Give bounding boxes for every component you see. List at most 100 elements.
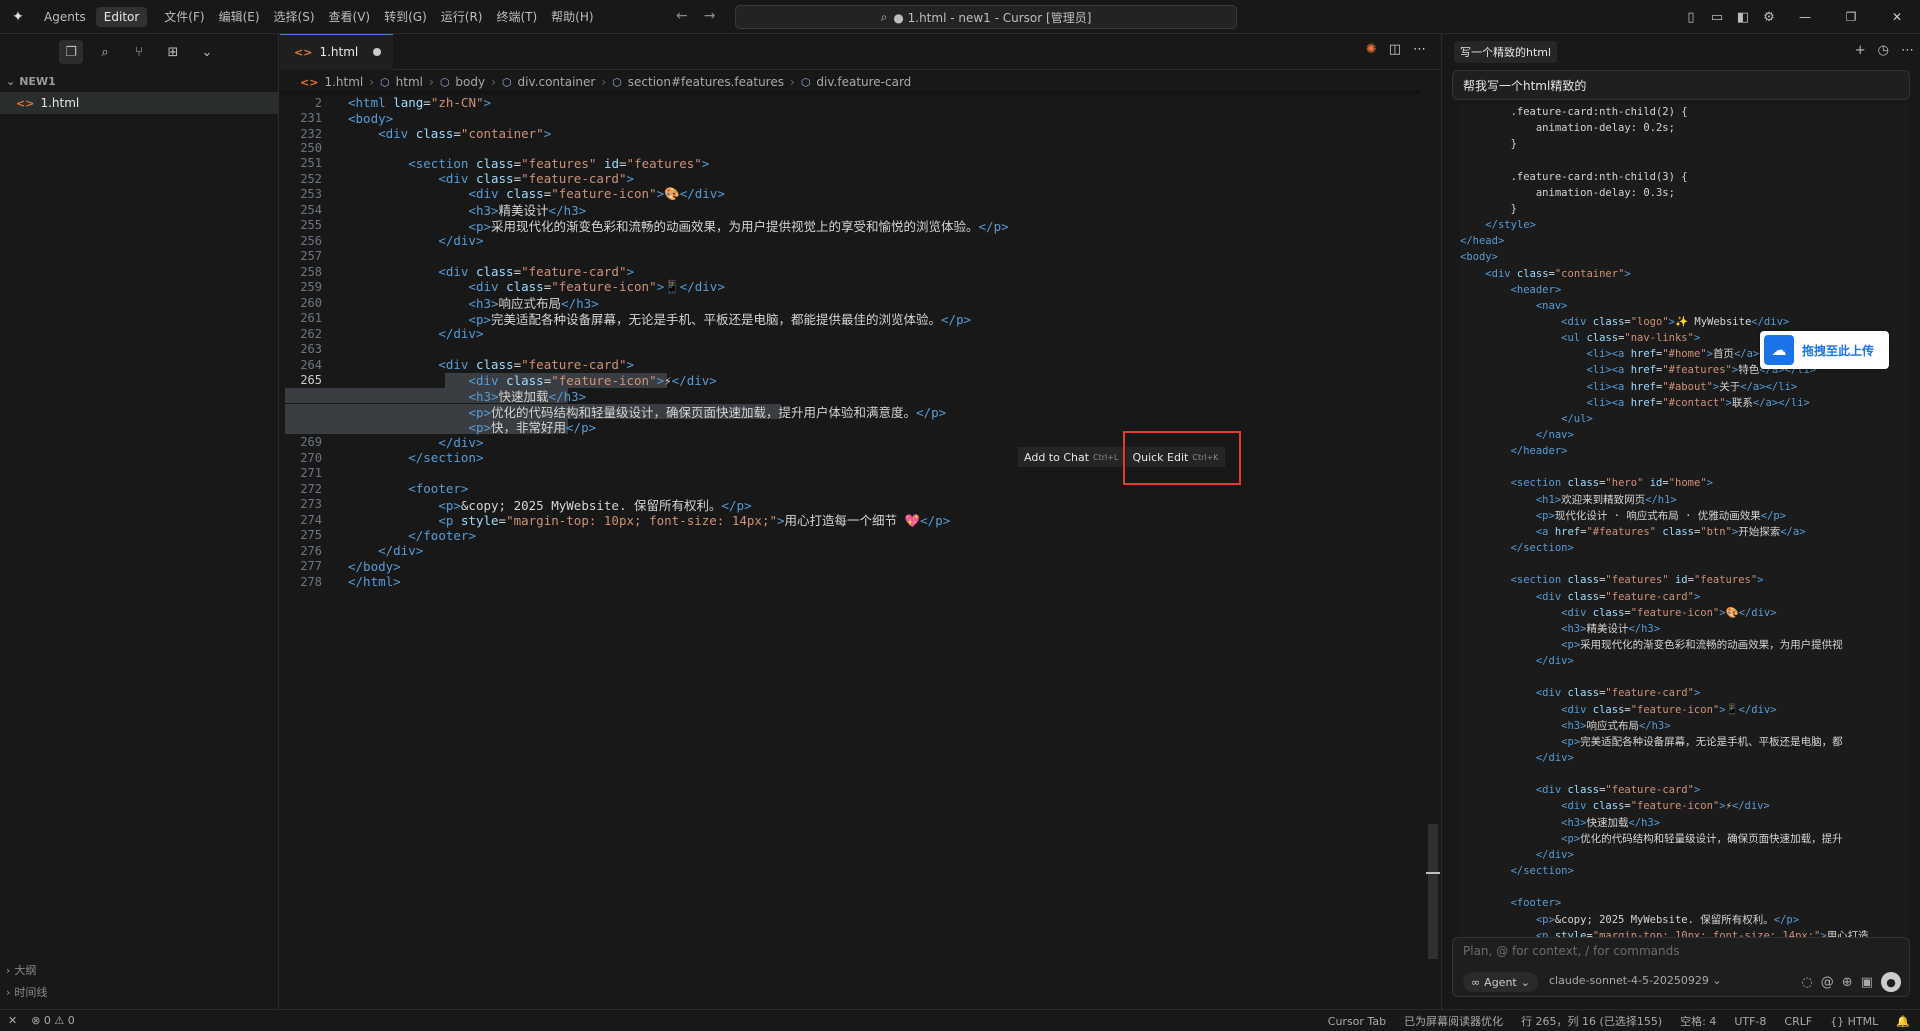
code-line[interactable]: 258 <div class="feature-card"> [280,264,1420,279]
code-line[interactable]: 278 </html> [280,574,1420,589]
back-arrow-icon[interactable]: ← [676,8,688,24]
more-actions-icon[interactable]: ⋯ [1413,42,1426,57]
code-text[interactable]: <html lang="zh-CN"> [348,95,491,110]
code-text[interactable]: </div> [348,233,483,248]
code-line[interactable]: 274 <p style="margin-top: 10px; font-siz… [280,510,1420,529]
microphone-icon[interactable]: ● [1881,972,1901,992]
drag-upload-widget[interactable]: ☁ 拖拽至此上传 [1760,331,1889,369]
add-to-chat-button[interactable]: Add to Chat Ctrl+L [1018,447,1125,467]
chevron-down-icon[interactable]: ⌄ [195,40,219,64]
file-item[interactable]: <> 1.html [0,92,278,114]
line-ending[interactable]: CRLF [1784,1015,1812,1028]
code-line[interactable]: 271 [280,466,1420,481]
source-control-icon[interactable]: ⑂ [127,40,151,64]
agents-tab[interactable]: Agents [36,7,94,27]
code-line[interactable]: 257 [280,249,1420,264]
encoding[interactable]: UTF-8 [1734,1015,1766,1028]
code-line[interactable]: 269 </div> [280,435,1420,450]
code-line[interactable]: 250 [280,140,1420,155]
forward-arrow-icon[interactable]: → [704,8,716,24]
code-text[interactable]: </div> [348,435,483,450]
agent-mode-dropdown[interactable]: ∞ Agent ⌄ [1463,972,1538,992]
toggle-sidebar-icon[interactable]: ▯ [1678,7,1704,27]
code-text[interactable]: </body> [348,559,401,574]
breadcrumb-item[interactable]: div.feature-card [816,75,911,89]
breadcrumb-item[interactable]: section#features.features [628,75,784,89]
code-text[interactable]: </section> [348,450,483,465]
restore-button[interactable]: ❐ [1828,0,1874,34]
code-line[interactable]: 2 <html lang="zh-CN"> [280,95,1420,110]
model-selector[interactable]: claude-sonnet-4-5-20250929 ⌄ [1549,974,1722,987]
code-editor[interactable]: 2 <html lang="zh-CN"> 231 <body> 232 <div cl… [280,94,1420,994]
command-center-search[interactable]: ⌕ ● 1.html - new1 - Cursor [管理员] [735,5,1237,29]
chat-input-box[interactable]: Plan, @ for context, / for commands ∞ Ag… [1452,937,1910,997]
user-message[interactable]: 帮我写一个html精致的 [1452,70,1910,100]
scrollbar-thumb[interactable] [1428,824,1438,959]
cursor-position[interactable]: 行 265，列 16 (已选择155) [1521,1013,1662,1029]
breadcrumb-item[interactable]: div.container [518,75,596,89]
editor-tab[interactable]: Editor [95,6,148,27]
code-line[interactable]: 264 <div class="feature-card"> [280,357,1420,372]
language-mode[interactable]: {} HTML [1830,1015,1878,1028]
timeline-section[interactable]: › 时间线 [0,981,278,1003]
code-line[interactable]: 251 <section class="features" id="featur… [280,156,1420,171]
more-actions-icon[interactable]: ⋯ [1901,43,1914,58]
settings-gear-icon[interactable]: ⚙ [1756,7,1782,27]
code-text[interactable]: <p style="margin-top: 10px; font-size: 1… [348,510,950,529]
menu-go[interactable]: 转到(G) [377,5,434,28]
code-text[interactable]: <div class="feature-card"> [348,357,634,372]
mention-icon[interactable]: @ [1821,975,1834,990]
toggle-panel-icon[interactable]: ▭ [1704,7,1730,27]
outline-section[interactable]: › 大纲 [0,959,278,981]
search-view-icon[interactable]: ⌕ [93,40,117,64]
notifications-bell-icon[interactable]: 🔔 [1896,1015,1910,1028]
code-line[interactable]: 252 <div class="feature-card"> [280,171,1420,186]
cursor-tab-status[interactable]: Cursor Tab [1328,1015,1386,1028]
code-text[interactable]: </footer> [348,528,476,543]
code-line[interactable]: 268 <p>快，非常好用</p> [280,417,1420,436]
code-text[interactable]: <p>完美适配各种设备屏幕，无论是手机、平板还是电脑，都能提供最佳的浏览体验。<… [348,309,971,328]
indentation[interactable]: 空格: 4 [1680,1013,1716,1029]
code-line[interactable]: 231 <body> [280,111,1420,126]
split-editor-icon[interactable]: ◫ [1389,42,1401,57]
remote-icon[interactable]: ✕ [8,1014,17,1027]
menu-terminal[interactable]: 终端(T) [489,5,544,28]
code-text[interactable]: </div> [348,543,423,558]
new-chat-icon[interactable]: + [1855,43,1866,58]
code-line[interactable]: 276 </div> [280,543,1420,558]
menu-help[interactable]: 帮助(H) [544,5,600,28]
menu-edit[interactable]: 编辑(E) [212,5,267,28]
breadcrumb-item[interactable]: html [396,75,423,89]
chat-tab-title[interactable]: 写一个精致的html [1454,41,1558,63]
code-line[interactable]: 270 </section> [280,450,1420,465]
code-line[interactable]: 261 <p>完美适配各种设备屏幕，无论是手机、平板还是电脑，都能提供最佳的浏览… [280,309,1420,328]
screen-reader-status[interactable]: 已为屏幕阅读器优化 [1404,1013,1503,1029]
menu-file[interactable]: 文件(F) [157,5,211,28]
code-line[interactable]: 232 <div class="container"> [280,126,1420,141]
breadcrumb-item[interactable]: 1.html [324,75,363,89]
close-button[interactable]: ✕ [1874,0,1920,34]
code-line[interactable]: 262 </div> [280,326,1420,341]
code-line[interactable]: 255 <p>采用现代化的渐变色彩和流畅的动画效果，为用户提供视觉上的享受和愉悦… [280,216,1420,235]
code-text[interactable]: <div class="container"> [348,126,551,141]
unsaved-dot-icon[interactable] [373,48,382,56]
chat-code-block[interactable]: .feature-card:nth-child(2) { animation-d… [1460,104,1908,960]
code-line[interactable]: 256 </div> [280,233,1420,248]
code-line[interactable]: 275 </footer> [280,528,1420,543]
minimize-button[interactable]: — [1782,0,1828,34]
code-text[interactable]: <div class="feature-card"> [348,171,634,186]
code-text[interactable]: <body> [348,111,393,126]
code-text[interactable]: <p>快，非常好用</p> [348,417,596,436]
code-text[interactable]: </div> [348,326,483,341]
folder-header[interactable]: ⌄ NEW1 [0,70,278,92]
problems-indicator[interactable]: ⊗ 0 ⚠ 0 [31,1014,75,1027]
image-icon[interactable]: ▣ [1861,975,1873,990]
code-text[interactable]: <p>采用现代化的渐变色彩和流畅的动画效果，为用户提供视觉上的享受和愉悦的浏览体… [348,216,1008,235]
code-text[interactable]: <section class="features" id="features"> [348,156,709,171]
toggle-chat-icon[interactable]: ◧ [1730,7,1756,27]
menu-selection[interactable]: 选择(S) [267,5,322,28]
menu-view[interactable]: 查看(V) [322,5,378,28]
code-text[interactable]: <div class="feature-card"> [348,264,634,279]
editor-scrollbar[interactable] [1426,34,1440,1009]
code-line[interactable]: 277 </body> [280,559,1420,574]
